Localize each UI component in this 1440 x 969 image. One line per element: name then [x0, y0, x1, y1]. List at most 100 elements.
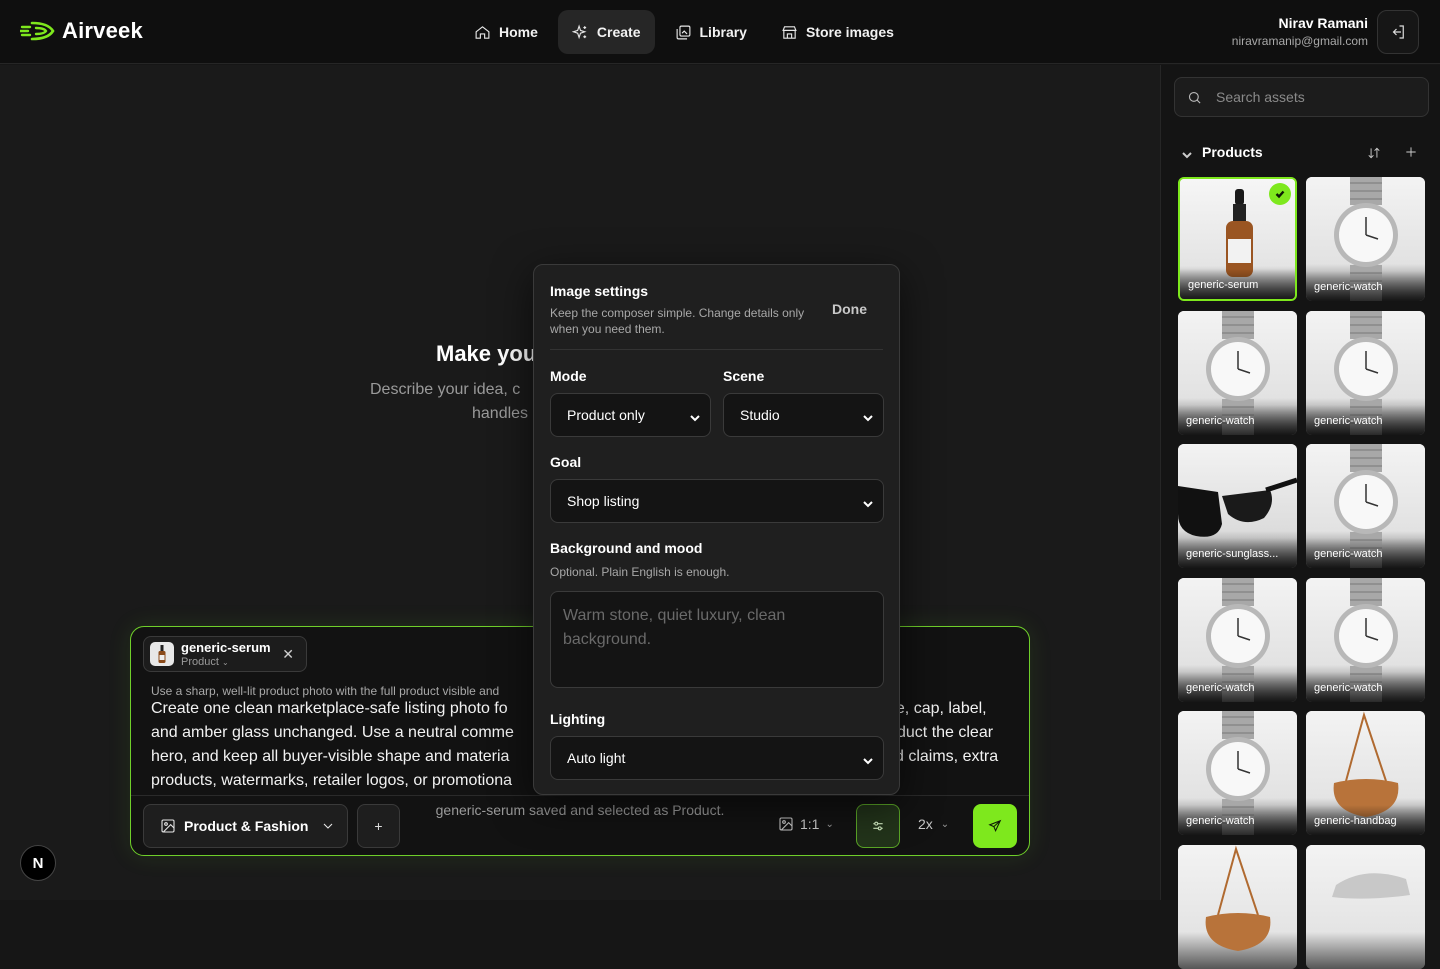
chevron-down-icon[interactable]: [1181, 148, 1193, 160]
prompt-line-3-end: d claims, extra: [895, 748, 999, 765]
asset-tile[interactable]: generic-watch: [1306, 177, 1425, 301]
asset-tile[interactable]: generic-watch: [1306, 310, 1425, 435]
asset-tile-label: generic-watch: [1178, 805, 1297, 835]
top-bar: Airveek Home Create Library Store images…: [0, 0, 1440, 64]
chevron-down-icon: [324, 823, 333, 829]
prompt-line-2: and amber glass unchanged. Use a neutral…: [151, 724, 514, 741]
nav-create-label: Create: [596, 24, 641, 40]
handbag-thumbnail: [1178, 844, 1297, 969]
nav-store-images-label: Store images: [805, 24, 894, 40]
home-icon: [475, 25, 490, 39]
asset-tile-label: generic-handbag: [1306, 805, 1425, 835]
nav-create[interactable]: Create: [557, 10, 655, 54]
remove-chip-close-icon[interactable]: ✕: [282, 646, 294, 663]
search-icon: [1188, 91, 1201, 104]
dev-tools-badge[interactable]: N: [20, 845, 56, 881]
nav-home[interactable]: Home: [460, 10, 552, 54]
chevron-down-icon: ⌄: [221, 658, 229, 667]
nav-library-label: Library: [699, 24, 747, 40]
search-assets-input[interactable]: Search assets: [1174, 77, 1429, 117]
image-icon: [779, 817, 793, 831]
user-name: Nirav Ramani: [1278, 15, 1368, 31]
hero-subtitle-line2: handles: [472, 405, 529, 422]
asset-tile[interactable]: generic-handbag: [1306, 711, 1425, 835]
panel-title: Image settings: [550, 283, 649, 299]
lighting-label: Lighting: [550, 711, 606, 727]
asset-tile[interactable]: generic-serum: [1178, 177, 1297, 301]
scene-label: Scene: [723, 368, 765, 384]
logout-button[interactable]: [1377, 10, 1419, 54]
chevron-down-icon: [863, 410, 873, 422]
brand-logo[interactable]: Airveek: [20, 18, 143, 44]
background-mood-input[interactable]: Warm stone, quiet luxury, clean backgrou…: [550, 591, 884, 688]
hero-subtitle: Describe your idea, c: [370, 381, 521, 398]
background-label: Background and mood: [550, 540, 703, 556]
asset-tile-label: generic-watch: [1306, 404, 1425, 435]
logout-icon: [1392, 25, 1404, 39]
mode-select[interactable]: Product only: [550, 393, 711, 437]
asset-tile[interactable]: generic-watch: [1306, 444, 1425, 568]
asset-tile[interactable]: generic-watch: [1178, 310, 1297, 435]
output-scale-value: 2x: [918, 816, 933, 832]
asset-tile-label: generic-watch: [1306, 671, 1425, 702]
prompt-line-3: hero, and keep all buyer-visible shape a…: [151, 748, 510, 765]
send-icon: [988, 819, 1002, 832]
mode-label: Mode: [550, 368, 587, 384]
goal-label: Goal: [550, 454, 582, 470]
chip-type-label: Product: [181, 656, 219, 668]
chevron-down-icon: [863, 753, 873, 765]
prompt-line-2-end: duct the clear: [897, 724, 994, 741]
aspect-ratio-value: 1:1: [800, 816, 820, 832]
status-message: generic-serum saved and selected as Prod…: [0, 802, 1160, 818]
hero-title: Make you: [436, 341, 537, 366]
plus-icon: +: [374, 818, 383, 834]
scene-select[interactable]: Studio: [723, 393, 884, 437]
prompt-line-1-end: pe, cap, label,: [887, 700, 987, 717]
aspect-ratio-select[interactable]: 1:1 ⌄: [778, 816, 834, 832]
prompt-hint: Use a sharp, well-lit product photo with…: [151, 684, 500, 698]
brand-name: Airveek: [62, 18, 143, 43]
products-section-title[interactable]: Products: [1202, 144, 1263, 160]
image-icon: [161, 819, 175, 833]
check-icon: [1269, 183, 1291, 205]
chip-product-type[interactable]: Product ⌄: [181, 656, 229, 668]
sort-icon[interactable]: [1367, 146, 1381, 165]
sneaker-thumbnail: [1306, 844, 1425, 969]
sparkle-icon: [571, 23, 587, 39]
asset-tile[interactable]: generic-watch: [1178, 711, 1297, 835]
background-help: Optional. Plain English is enough.: [550, 565, 730, 579]
nav-store-images[interactable]: Store images: [767, 10, 908, 54]
nav-home-label: Home: [499, 24, 538, 40]
library-icon: [676, 25, 690, 39]
asset-tile-label: generic-serum: [1180, 269, 1295, 299]
asset-tile-label: generic-sunglass...: [1178, 538, 1297, 568]
main-nav: Home Create Library Store images: [460, 10, 908, 54]
output-scale-select[interactable]: 2x ⌄: [918, 816, 949, 832]
products-section-header: Products: [1181, 144, 1431, 164]
mode-value: Product only: [567, 407, 645, 423]
serum-bottle-icon: [158, 645, 166, 663]
asset-tile[interactable]: [1306, 844, 1425, 969]
chevron-down-icon: ⌄: [940, 818, 950, 830]
category-label: Product & Fashion: [184, 818, 309, 834]
goal-value: Shop listing: [567, 493, 640, 509]
asset-tile-label: generic-watch: [1306, 538, 1425, 568]
user-email: niravramanip@gmail.com: [1231, 34, 1368, 48]
airveek-logo-icon: [20, 21, 55, 41]
chevron-down-icon: [690, 410, 700, 422]
goal-select[interactable]: Shop listing: [550, 479, 884, 523]
done-button[interactable]: Done: [832, 301, 867, 317]
asset-tile[interactable]: generic-sunglass...: [1178, 444, 1297, 568]
asset-tile[interactable]: [1178, 844, 1297, 969]
asset-tile-label: generic-watch: [1178, 671, 1297, 702]
asset-tile[interactable]: generic-watch: [1306, 577, 1425, 702]
assets-sidebar: Search assets Products generic-serum gene…: [1160, 65, 1440, 969]
asset-tile[interactable]: generic-watch: [1178, 577, 1297, 702]
chip-product-name: generic-serum: [181, 640, 271, 655]
lighting-select[interactable]: Auto light: [550, 736, 884, 780]
user-info: Nirav Ramani niravramanip@gmail.com: [1232, 15, 1368, 48]
nav-library[interactable]: Library: [661, 10, 761, 54]
selected-product-chip[interactable]: generic-serum Product ⌄ ✕: [143, 636, 307, 672]
add-product-plus-icon[interactable]: [1404, 145, 1418, 164]
product-thumbnail: [150, 642, 174, 666]
